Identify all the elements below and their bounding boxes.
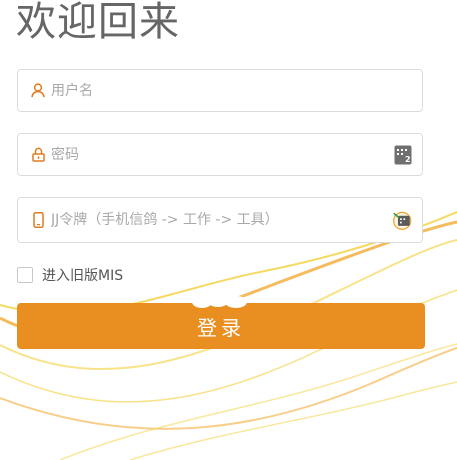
token-input[interactable] [51,198,392,242]
legacy-mis-checkbox[interactable] [17,267,33,283]
username-input[interactable] [51,70,422,111]
legacy-mis-option[interactable]: 进入旧版MIS [17,265,123,285]
svg-text:2: 2 [405,155,411,164]
login-button[interactable]: 登录 [17,303,425,349]
lock-icon [31,147,45,163]
token-field[interactable] [17,197,423,243]
page-title: 欢迎回来 [16,0,180,45]
password-field[interactable]: 2 [17,133,423,176]
cloud-decoration [192,291,247,308]
user-icon [31,83,45,99]
token-app-icon[interactable] [392,209,414,231]
legacy-mis-label: 进入旧版MIS [42,268,124,284]
username-field[interactable] [17,69,423,112]
keyboard-icon[interactable]: 2 [392,144,414,166]
phone-icon [31,212,45,228]
password-input[interactable] [51,134,392,175]
